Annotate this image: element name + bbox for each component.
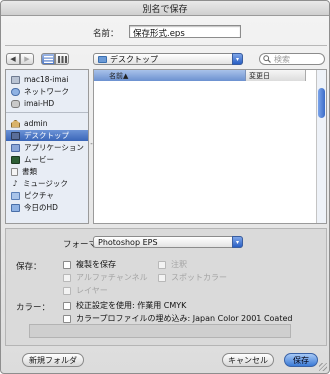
folder-icon (11, 203, 20, 212)
save-options-label: 保存： (16, 262, 42, 272)
layers-checkbox[interactable]: レイヤー (63, 285, 108, 296)
layers-label: レイヤー (76, 286, 108, 295)
popup-arrows-icon: ▾ (232, 53, 243, 65)
notes-checkbox[interactable]: 注釈 (158, 259, 187, 270)
sidebar-item-label: ムービー (24, 155, 54, 164)
sidebar-separator (6, 112, 88, 113)
computer-icon (11, 75, 20, 84)
movies-icon (11, 155, 20, 164)
location-popup[interactable]: デスクトップ ▾ (93, 53, 243, 65)
column-header-date[interactable]: 変更日 (246, 70, 306, 81)
music-icon: ♪ (12, 178, 18, 188)
checkbox-box (63, 314, 71, 323)
desktop-folder-icon (98, 55, 107, 63)
sidebar-item-pictures[interactable]: ピクチャ (6, 190, 88, 201)
new-folder-button[interactable]: 新規フォルダ (22, 353, 84, 367)
sidebar-item-desktop[interactable]: デスクトップ (6, 130, 88, 141)
file-list: 名前 ▲ 変更日 (93, 69, 327, 224)
sidebar-item-home[interactable]: admin (6, 118, 88, 129)
alpha-label: アルファチャンネル (76, 273, 148, 282)
column-header-name[interactable]: 名前 ▲ (94, 70, 246, 81)
sidebar-item-applications[interactable]: アプリケーション (6, 142, 88, 153)
search-icon (263, 55, 271, 63)
proof-label: 校正設定を使用: 作業用 CMYK (76, 301, 187, 310)
sidebar-item-harddisk[interactable]: imai-HD (6, 98, 88, 109)
format-value: Photoshop EPS (98, 237, 158, 247)
search-placeholder: 検索 (274, 54, 290, 64)
sidebar-item-label: 今日のHD (24, 203, 58, 212)
spot-label: スポットカラー (171, 273, 227, 282)
proof-checkbox[interactable]: 校正設定を使用: 作業用 CMYK (63, 300, 186, 311)
save-button[interactable]: 保存 (284, 353, 318, 367)
column-view-button[interactable] (55, 53, 69, 65)
sidebar-item-folder[interactable]: 今日のHD (6, 202, 88, 213)
checkbox-box (63, 301, 71, 310)
checkbox-box (158, 273, 166, 282)
desktop-icon (11, 131, 20, 140)
network-icon (11, 87, 20, 96)
sidebar-item-label: 書類 (22, 167, 37, 176)
color-label: カラー： (16, 303, 51, 313)
title-bar: 別名で保存 (1, 1, 329, 16)
spot-checkbox[interactable]: スポットカラー (158, 272, 227, 283)
sidebar-item-music[interactable]: ♪ ミュージック (6, 178, 88, 189)
sidebar-item-label: ピクチャ (24, 191, 54, 200)
icc-profile-label: カラープロファイルの埋め込み: Japan Color 2001 Coated (76, 314, 293, 323)
forward-button[interactable]: ▶ (20, 53, 34, 65)
sidebar-item-label: mac18-imai (24, 75, 69, 84)
alpha-checkbox[interactable]: アルファチャンネル (63, 272, 148, 283)
checkbox-box (63, 260, 71, 269)
sidebar-item-label: デスクトップ (24, 131, 69, 140)
documents-icon (11, 167, 18, 176)
scrollbar-thumb[interactable] (318, 88, 325, 118)
sidebar-item-label: imai-HD (24, 99, 55, 108)
as-copy-checkbox[interactable]: 複製を保存 (63, 259, 116, 270)
pictures-icon (11, 191, 20, 200)
popup-arrows-icon: ▾ (232, 236, 243, 248)
warning-area (29, 324, 291, 338)
file-list-scrollbar[interactable] (316, 70, 326, 223)
sidebar-item-computer[interactable]: mac18-imai (6, 74, 88, 85)
location-value: デスクトップ (110, 54, 158, 64)
divider (5, 45, 327, 46)
as-copy-label: 複製を保存 (76, 260, 116, 269)
save-as-dialog: 別名で保存 名前： 保存形式.eps ◀ ▶ デスクトップ ▾ 検索 mac18… (0, 0, 330, 374)
filename-field[interactable]: 保存形式.eps (129, 25, 241, 38)
column-name-label: 名前 (109, 71, 123, 80)
sidebar-item-label: admin (24, 119, 48, 128)
column-view-icon (57, 55, 67, 63)
list-view-icon (43, 55, 53, 63)
applications-icon (11, 143, 20, 152)
sidebar-item-documents[interactable]: 書類 (6, 166, 88, 177)
back-arrow-icon: ◀ (10, 55, 16, 63)
icc-profile-checkbox[interactable]: カラープロファイルの埋め込み: Japan Color 2001 Coated (63, 313, 292, 324)
sidebar: mac18-imai ネットワーク imai-HD admin デスクトップ ア… (5, 69, 89, 224)
sort-ascending-icon: ▲ (123, 71, 129, 80)
sidebar-item-label: ミュージック (23, 179, 68, 188)
home-icon (11, 119, 20, 128)
filename-label: 名前： (93, 29, 119, 39)
format-popup[interactable]: Photoshop EPS ▾ (93, 236, 243, 248)
harddisk-icon (11, 99, 20, 108)
forward-arrow-icon: ▶ (24, 55, 30, 63)
sidebar-item-movies[interactable]: ムービー (6, 154, 88, 165)
sidebar-item-network[interactable]: ネットワーク (6, 86, 88, 97)
back-button[interactable]: ◀ (6, 53, 20, 65)
sidebar-item-label: ネットワーク (24, 87, 69, 96)
search-field[interactable]: 検索 (259, 53, 325, 65)
checkbox-box (63, 286, 71, 295)
checkbox-box (158, 260, 166, 269)
resize-grip[interactable] (319, 363, 327, 371)
notes-label: 注釈 (171, 260, 187, 269)
list-view-button[interactable] (41, 53, 55, 65)
checkbox-box (63, 273, 71, 282)
window-title: 別名で保存 (142, 5, 188, 15)
sidebar-item-label: アプリケーション (24, 143, 84, 152)
cancel-button[interactable]: キャンセル (222, 353, 274, 367)
column-date-label: 変更日 (249, 71, 270, 80)
